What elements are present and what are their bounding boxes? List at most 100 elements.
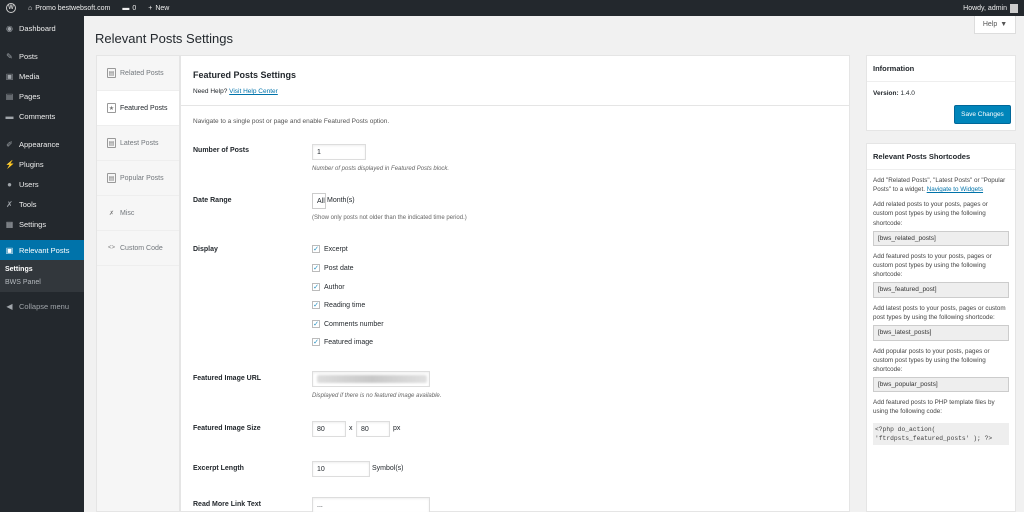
featured-image-url-input[interactable] xyxy=(312,371,430,387)
comment-icon: ▬ xyxy=(122,4,130,12)
related-text: Add related posts to your posts, pages o… xyxy=(873,201,988,227)
document-icon: ▤ xyxy=(107,138,116,148)
display-option-post-date[interactable]: ✓ Post date xyxy=(312,264,354,272)
save-changes-button[interactable]: Save Changes xyxy=(954,105,1011,124)
sidebar-item-settings[interactable]: ▦ Settings xyxy=(0,214,84,234)
help-tab-button[interactable]: Help ▼ xyxy=(974,16,1016,34)
related-shortcode[interactable]: [bws_related_posts] xyxy=(873,230,1009,247)
tab-label: Popular Posts xyxy=(120,174,164,182)
star-document-icon: ★ xyxy=(107,103,116,113)
site-name-link[interactable]: ⌂ Promo bestwebsoft.com xyxy=(22,0,116,16)
sidebar-item-comments[interactable]: ▬ Comments xyxy=(0,106,84,126)
submenu-bws-panel[interactable]: BWS Panel xyxy=(0,276,84,289)
settings-tabs: ▤ Related Posts ★ Featured Posts ▤ Latest P… xyxy=(96,55,180,512)
sidebar-item-media[interactable]: ▣ Media xyxy=(0,66,84,86)
popular-shortcode[interactable]: [bws_popular_posts] xyxy=(873,376,1009,393)
collapse-menu-button[interactable]: ◀ Collapse menu xyxy=(0,296,84,316)
checkbox-checked-icon[interactable]: ✓ xyxy=(312,301,320,309)
widget-intro: Add "Related Posts", "Latest Posts" or "… xyxy=(873,176,1009,194)
comments-link[interactable]: ▬ 0 xyxy=(116,0,142,16)
account-menu[interactable]: Howdy, admin xyxy=(957,0,1024,16)
shortcodes-heading: Relevant Posts Shortcodes xyxy=(867,144,1015,170)
tab-related-posts[interactable]: ▤ Related Posts xyxy=(97,56,179,91)
submenu-settings[interactable]: Settings xyxy=(0,263,84,276)
display-label: Display xyxy=(193,246,218,253)
navigate-widgets-link[interactable]: Navigate to Widgets xyxy=(927,186,983,193)
new-content-link[interactable]: + New xyxy=(142,0,175,16)
sidebar-item-pages[interactable]: ▤ Pages xyxy=(0,86,84,106)
excerpt-length-label: Excerpt Length xyxy=(193,465,244,472)
display-option-featured-image[interactable]: ✓ Featured image xyxy=(312,338,373,346)
sidebar-item-users[interactable]: ● Users xyxy=(0,174,84,194)
display-option-reading-time[interactable]: ✓ Reading time xyxy=(312,301,365,309)
latest-text: Add latest posts to your posts, pages or… xyxy=(873,304,1006,321)
featured-shortcode[interactable]: [bws_featured_post] xyxy=(873,282,1009,298)
checkbox-checked-icon[interactable]: ✓ xyxy=(312,283,320,291)
option-label: Featured image xyxy=(324,338,374,346)
tab-popular-posts[interactable]: ▤ Popular Posts xyxy=(97,161,179,196)
option-label: Author xyxy=(324,283,345,291)
dashboard-icon: ◉ xyxy=(6,23,13,33)
sidebar-item-label: Comments xyxy=(19,111,56,121)
panel-heading: Featured Posts Settings xyxy=(193,70,297,80)
sidebar-item-tools[interactable]: ✗ Tools xyxy=(0,194,84,214)
sidebar-item-plugins[interactable]: ⚡ Plugins xyxy=(0,154,84,174)
excerpt-length-input[interactable]: 10 xyxy=(312,461,370,477)
featured-text: Add featured posts to your posts, pages … xyxy=(873,253,992,279)
tab-label: Misc xyxy=(120,209,135,217)
pages-icon: ▤ xyxy=(5,91,14,101)
sidebar-item-label: Pages xyxy=(19,91,41,101)
php-text: Add featured posts to PHP template files… xyxy=(873,399,995,416)
latest-shortcode[interactable]: [bws_latest_posts] xyxy=(873,325,1009,341)
image-width-input[interactable]: 80 xyxy=(312,421,346,437)
size-separator: x xyxy=(349,425,353,432)
checkbox-checked-icon[interactable]: ✓ xyxy=(312,320,320,328)
version-label: Version: xyxy=(873,90,899,97)
information-box: Information Version: 1.4.0 Save Changes xyxy=(866,55,1016,131)
page-title: Relevant Posts Settings xyxy=(95,31,234,46)
checkbox-checked-icon[interactable]: ✓ xyxy=(312,338,320,346)
sidebar-item-dashboard[interactable]: ◉ Dashboard xyxy=(0,18,84,38)
comments-count: 0 xyxy=(132,4,137,12)
wordpress-logo[interactable]: W xyxy=(0,0,22,16)
media-icon: ▣ xyxy=(5,71,14,81)
home-icon: ⌂ xyxy=(28,4,33,12)
sidebar-item-label: Tools xyxy=(19,199,37,209)
sidebar-item-relevant-posts[interactable]: ▣ Relevant Posts xyxy=(0,240,84,260)
display-option-comments-number[interactable]: ✓ Comments number xyxy=(312,320,384,328)
tab-label: Custom Code xyxy=(120,244,163,252)
help-center-link[interactable]: Visit Help Center xyxy=(229,88,278,95)
checkbox-checked-icon[interactable]: ✓ xyxy=(312,264,320,272)
read-more-label: Read More Link Text xyxy=(193,501,261,508)
plus-icon: + xyxy=(148,4,153,12)
number-of-posts-input[interactable]: 1 xyxy=(312,144,366,160)
version-line: Version: 1.4.0 xyxy=(867,82,1015,105)
sidebar-item-label: Dashboard xyxy=(19,23,56,33)
shortcodes-box: Relevant Posts Shortcodes Add "Related P… xyxy=(866,143,1016,512)
document-icon: ▤ xyxy=(107,173,116,183)
tab-label: Featured Posts xyxy=(120,104,168,112)
read-more-input[interactable]: ... xyxy=(312,497,430,512)
number-of-posts-desc: Number of posts displayed in Featured Po… xyxy=(312,166,450,172)
image-height-input[interactable]: 80 xyxy=(356,421,390,437)
admin-bar: W ⌂ Promo bestwebsoft.com ▬ 0 + New Howdy, … xyxy=(0,0,1024,16)
need-help-text: Need Help? xyxy=(193,88,228,95)
display-option-author[interactable]: ✓ Author xyxy=(312,283,345,291)
settings-icon: ▦ xyxy=(5,219,14,229)
document-icon: ▤ xyxy=(107,68,116,78)
users-icon: ● xyxy=(7,179,12,189)
sidebar-item-label: Appearance xyxy=(19,139,60,149)
excerpt-length-unit: Symbol(s) xyxy=(372,465,404,472)
tab-custom-code[interactable]: <> Custom Code xyxy=(97,231,179,266)
tab-misc[interactable]: ✗ Misc xyxy=(97,196,179,231)
version-value: 1.4.0 xyxy=(900,90,915,97)
sidebar-item-appearance[interactable]: ✐ Appearance xyxy=(0,134,84,154)
checkbox-checked-icon[interactable]: ✓ xyxy=(312,245,320,253)
tab-featured-posts[interactable]: ★ Featured Posts xyxy=(97,91,179,126)
pin-icon: ✎ xyxy=(6,51,13,61)
sidebar-item-posts[interactable]: ✎ Posts xyxy=(0,46,84,66)
display-option-excerpt[interactable]: ✓ Excerpt xyxy=(312,245,348,253)
php-code[interactable]: <?php do_action( 'ftrdpsts_featured_post… xyxy=(873,422,1009,446)
tab-latest-posts[interactable]: ▤ Latest Posts xyxy=(97,126,179,161)
need-help: Need Help? Visit Help Center xyxy=(193,88,278,95)
